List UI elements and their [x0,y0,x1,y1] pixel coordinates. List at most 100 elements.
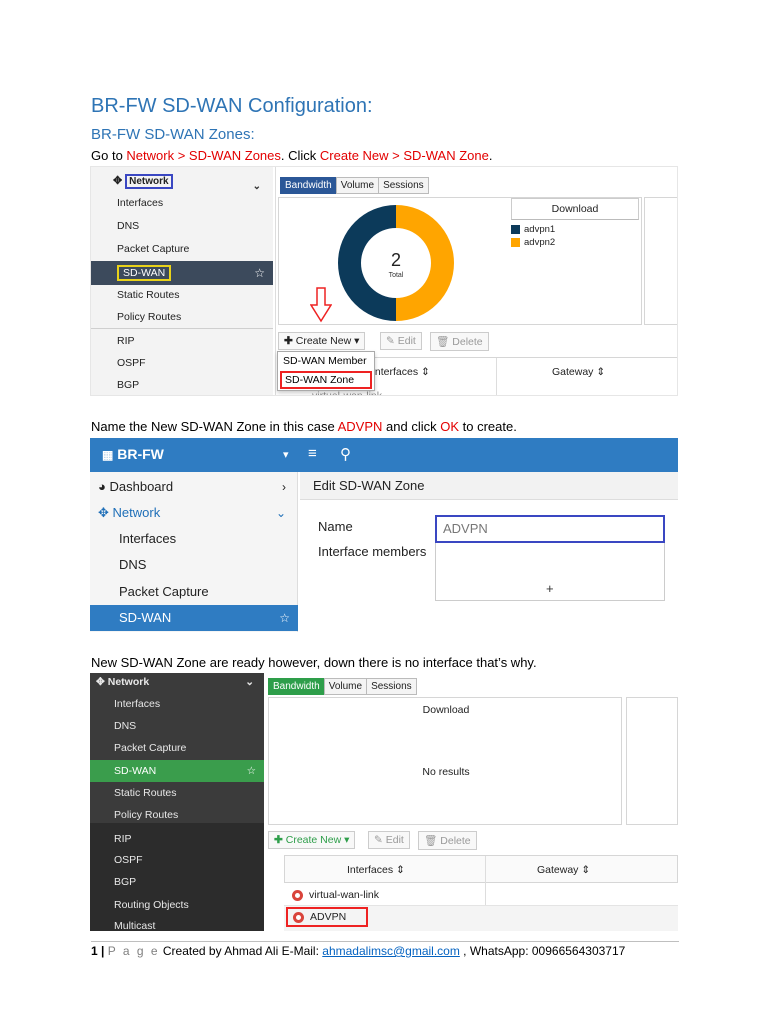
tab-bandwidth[interactable]: Bandwidth [268,678,325,695]
edit-button[interactable]: ✎ Edit [380,332,422,350]
table-row[interactable]: virtual-wan-link [292,889,379,901]
main-panel: Bandwidth Volume Sessions 2 Total Downlo… [275,167,677,395]
delete-button[interactable]: 🗑 Delete [418,831,477,850]
sidebar-item-packet-capture[interactable]: Packet Capture [90,579,298,605]
donut-center-value: 2 [391,250,401,270]
star-icon[interactable]: ☆ [279,605,290,631]
text-run: Name the New SD-WAN Zone in this case [91,419,338,434]
side-panel [644,197,677,325]
menu-item-sdwan-member[interactable]: SD-WAN Member [278,352,374,370]
footer-rule [91,941,679,942]
sidebar-item-rip[interactable]: RIP [91,330,273,352]
create-new-dropdown: SD-WAN Member SD-WAN Zone [277,351,375,391]
name-label: Name [318,519,353,534]
sidebar-item-dns[interactable]: DNS [90,552,298,578]
sidebar-item-interfaces[interactable]: Interfaces [90,693,264,715]
add-icon[interactable]: + [546,581,554,596]
tab-volume[interactable]: Volume [335,177,380,194]
delete-button[interactable]: 🗑 Delete [430,332,489,351]
pencil-icon: ✎ [374,834,383,846]
edit-button[interactable]: ✎ Edit [368,831,410,849]
button-label: Delete [452,336,483,348]
page-number: 1 [91,944,98,958]
chart-title: Download [422,704,470,716]
plus-icon: ✚ [284,335,293,347]
sidebar-item-packet-capture[interactable]: Packet Capture [90,737,264,759]
sidebar: ✥ Network ⌄ Interfaces DNS Packet Captur… [90,673,264,931]
search-icon[interactable]: ⚲ [340,445,351,463]
sidebar: ◕ Dashboard › ✥ Network ⌄ Interfaces DNS… [90,472,298,632]
sidebar-item-sdwan[interactable]: SD-WAN ☆ [91,261,273,285]
plus-icon: ✚ [274,834,283,846]
tab-volume[interactable]: Volume [323,678,368,695]
email-link[interactable]: ahmadalimsc@gmail.com [322,944,460,958]
sidebar-item-packet-capture[interactable]: Packet Capture [91,238,273,260]
sidebar-item-rip[interactable]: RIP [90,828,264,850]
caret-down-icon[interactable]: ▾ [283,448,289,461]
sidebar: ✥ Network ⌄ Interfaces DNS Packet Captur… [91,167,273,395]
sidebar-item-interfaces[interactable]: Interfaces [91,192,273,214]
sidebar-item-routing-objects[interactable]: Routing Objects [90,894,264,916]
sidebar-item-static-routes[interactable]: Static Routes [91,284,273,306]
down-arrow-icon [310,287,332,323]
zone-name-input[interactable]: ADVPN [435,515,665,543]
star-icon[interactable]: ☆ [254,261,265,285]
create-new-button[interactable]: ✚ Create New ▾ [268,831,356,849]
move-icon: ✥ [96,676,105,688]
sidebar-item-bgp[interactable]: BGP [91,374,273,395]
row-label: virtual-wan-link [309,889,380,901]
sidebar-item-static-routes[interactable]: Static Routes [90,782,264,804]
tab-sessions[interactable]: Sessions [366,678,417,695]
sidebar-item-network[interactable]: ✥ Network ⌄ [90,500,298,526]
sidebar-item-dashboard[interactable]: ◕ Dashboard › [90,474,298,500]
column-header-interfaces[interactable]: Interfaces ⇕ [347,864,405,876]
sidebar-item-ospf[interactable]: OSPF [90,849,264,871]
sidebar-item-dns[interactable]: DNS [91,215,273,237]
chart-panel: Download No results [268,697,622,825]
document-subheading: BR-FW SD-WAN Zones: [91,126,255,143]
sidebar-item-ospf[interactable]: OSPF [91,352,273,374]
tab-bandwidth[interactable]: Bandwidth [280,177,337,194]
instruction-paragraph-1: Go to Network > SD-WAN Zones. Click Crea… [91,148,492,163]
sidebar-item-bgp[interactable]: BGP [90,871,264,893]
sidebar-item-sdwan[interactable]: SD-WAN ☆ [90,760,264,782]
button-label: Create New [295,335,352,347]
sidebar-item-interfaces[interactable]: Interfaces [90,526,298,552]
dashboard-icon: ◕ [98,479,106,494]
star-icon[interactable]: ☆ [247,760,256,782]
tab-sessions[interactable]: Sessions [378,177,429,194]
table-row[interactable]: ADVPN [286,907,369,927]
no-results-text: No results [422,766,470,778]
text-run: . [488,148,493,163]
button-label: Create New [285,834,342,846]
sidebar-item-network[interactable]: ✥ Network ⌄ [91,170,273,192]
legend-item-advpn1: advpn1 [511,224,639,235]
footer-separator: | [97,944,108,958]
menu-item-sdwan-zone[interactable]: SD-WAN Zone [280,371,372,389]
sidebar-item-label: Dashboard [109,479,174,494]
move-icon: ✥ [113,175,123,187]
sidebar-item-label: SD-WAN [114,765,157,777]
sidebar-item-multicast[interactable]: Multicast [90,915,264,931]
interface-icon [293,911,304,923]
column-header-gateway[interactable]: Gateway ⇕ [537,864,590,876]
caret-down-icon: ▾ [344,834,350,846]
sidebar-item-network[interactable]: ✥ Network ⌄ [90,673,264,693]
column-header-gateway[interactable]: Gateway ⇕ [552,366,605,378]
sidebar-item-sdwan[interactable]: SD-WAN ☆ [90,605,298,631]
sidebar-item-policy-routes[interactable]: Policy Routes [91,306,273,328]
donut-slice-advpn1 [338,205,396,321]
column-label: Gateway [537,864,579,876]
menu-icon[interactable]: ≡ [308,445,317,462]
interface-members-field[interactable]: + [435,543,665,601]
divider [91,328,273,329]
create-new-button[interactable]: ✚ Create New ▾ [278,332,366,350]
sidebar-item-label: Network [125,174,173,189]
text-run: to create. [459,419,517,434]
legend: Download advpn1 advpn2 [511,198,639,250]
sidebar-item-dns[interactable]: DNS [90,715,264,737]
chevron-down-icon: ⌄ [275,506,286,520]
donut-slice-advpn2 [396,205,454,321]
document-heading: BR-FW SD-WAN Configuration: [91,95,373,117]
column-header-interfaces[interactable]: Interfaces ⇕ [372,366,430,378]
